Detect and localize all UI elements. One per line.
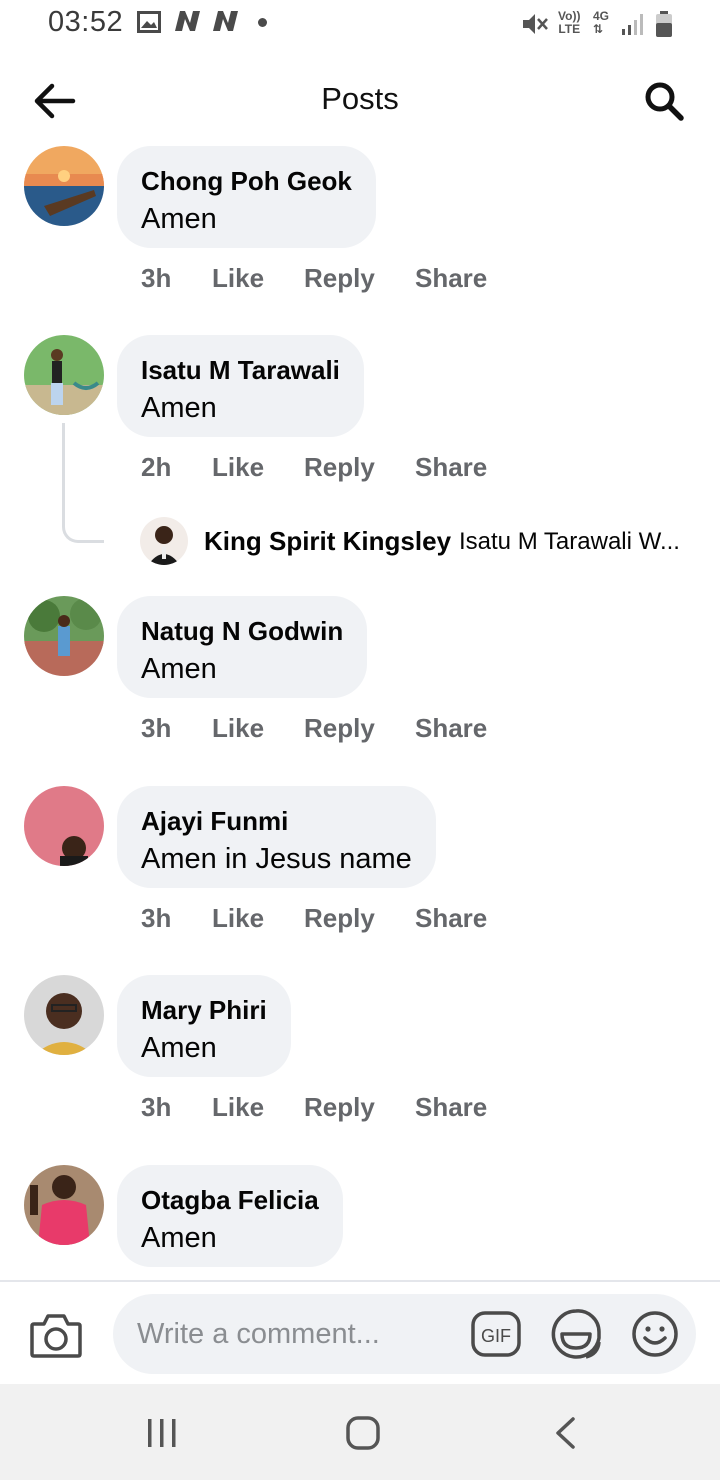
- signal-icon: [622, 14, 643, 35]
- comment-bubble[interactable]: Mary Phiri Amen: [117, 975, 291, 1077]
- share-button[interactable]: Share: [415, 263, 487, 294]
- reply-thread-line: [62, 423, 104, 543]
- avatar[interactable]: [24, 975, 104, 1055]
- comment-time[interactable]: 3h: [141, 1092, 171, 1123]
- avatar[interactable]: [24, 335, 104, 415]
- reply-button[interactable]: Reply: [304, 452, 375, 483]
- search-button[interactable]: [636, 75, 692, 127]
- avatar[interactable]: [140, 517, 188, 565]
- comment-text: Amen: [141, 203, 217, 235]
- network-type: 4G ⇅: [593, 9, 610, 36]
- reply-button[interactable]: Reply: [304, 1092, 375, 1123]
- n-icon: [213, 11, 238, 31]
- gif-button[interactable]: GIF: [471, 1311, 521, 1357]
- avatar[interactable]: [24, 596, 104, 676]
- comment-composer: GIF: [0, 1280, 720, 1384]
- comment-bubble[interactable]: Natug N Godwin Amen: [117, 596, 368, 698]
- comment-author[interactable]: Ajayi Funmi: [141, 806, 412, 836]
- like-button[interactable]: Like: [212, 452, 264, 483]
- comment-bubble[interactable]: Isatu M Tarawali Amen: [117, 335, 364, 437]
- comment-bubble[interactable]: Ajayi Funmi Amen in Jesus name: [117, 786, 436, 888]
- volte-indicator: Vo)) LTE: [558, 9, 581, 36]
- share-button[interactable]: Share: [415, 1092, 487, 1123]
- like-button[interactable]: Like: [212, 1092, 264, 1123]
- comment-time[interactable]: 2h: [141, 452, 171, 483]
- n-icon: [175, 11, 200, 31]
- comment-bubble[interactable]: Otagba Felicia Amen: [117, 1165, 343, 1267]
- share-button[interactable]: Share: [415, 452, 487, 483]
- comment-time[interactable]: 3h: [141, 903, 171, 934]
- recent-apps-icon[interactable]: [144, 1417, 180, 1449]
- like-button[interactable]: Like: [212, 263, 264, 294]
- comment-text: Amen in Jesus name: [141, 843, 412, 875]
- status-bar: 03:52 Vo)) LTE 4G ⇅: [0, 0, 720, 50]
- reply-button[interactable]: Reply: [304, 903, 375, 934]
- reply-button[interactable]: Reply: [304, 713, 375, 744]
- comment-text: Amen: [141, 392, 217, 424]
- reply-button[interactable]: Reply: [304, 263, 375, 294]
- comment-author[interactable]: Otagba Felicia: [141, 1185, 319, 1215]
- comment-text: Amen: [141, 1032, 217, 1064]
- notification-dot-icon: [258, 18, 267, 27]
- sticker-icon[interactable]: [550, 1308, 602, 1360]
- comment-bubble[interactable]: Chong Poh Geok Amen: [117, 146, 376, 248]
- system-navigation-bar: [0, 1384, 720, 1480]
- gif-icon: GIF: [471, 1311, 521, 1357]
- avatar[interactable]: [24, 146, 104, 226]
- comment-author[interactable]: Isatu M Tarawali: [141, 355, 340, 385]
- comment-time[interactable]: 3h: [141, 713, 171, 744]
- svg-text:GIF: GIF: [481, 1326, 511, 1346]
- avatar[interactable]: [24, 786, 104, 866]
- reply-text: Isatu M Tarawali W...: [459, 528, 680, 555]
- like-button[interactable]: Like: [212, 713, 264, 744]
- comment-text: Amen: [141, 653, 217, 685]
- back-nav-icon[interactable]: [553, 1417, 577, 1449]
- comment-author[interactable]: Mary Phiri: [141, 995, 267, 1025]
- mute-icon: [523, 14, 548, 34]
- home-icon[interactable]: [345, 1415, 381, 1451]
- comment-time[interactable]: 3h: [141, 263, 171, 294]
- avatar[interactable]: [24, 1165, 104, 1245]
- emoji-icon[interactable]: [631, 1310, 679, 1358]
- comment-author[interactable]: Chong Poh Geok: [141, 166, 352, 196]
- search-icon: [645, 82, 684, 121]
- reply-preview[interactable]: King Spirit Kingsley Isatu M Tarawali W.…: [140, 517, 720, 565]
- share-button[interactable]: Share: [415, 903, 487, 934]
- page-title: Posts: [321, 81, 399, 116]
- gallery-icon: [137, 11, 161, 33]
- top-header: Posts: [0, 55, 720, 147]
- comment-author[interactable]: Natug N Godwin: [141, 616, 343, 646]
- share-button[interactable]: Share: [415, 713, 487, 744]
- comment-input[interactable]: [113, 1294, 696, 1374]
- status-time: 03:52: [48, 6, 124, 38]
- comment-text: Amen: [141, 1222, 217, 1254]
- camera-icon[interactable]: [28, 1310, 84, 1360]
- reply-author[interactable]: King Spirit Kingsley: [204, 526, 451, 557]
- battery-icon: [656, 11, 672, 37]
- like-button[interactable]: Like: [212, 903, 264, 934]
